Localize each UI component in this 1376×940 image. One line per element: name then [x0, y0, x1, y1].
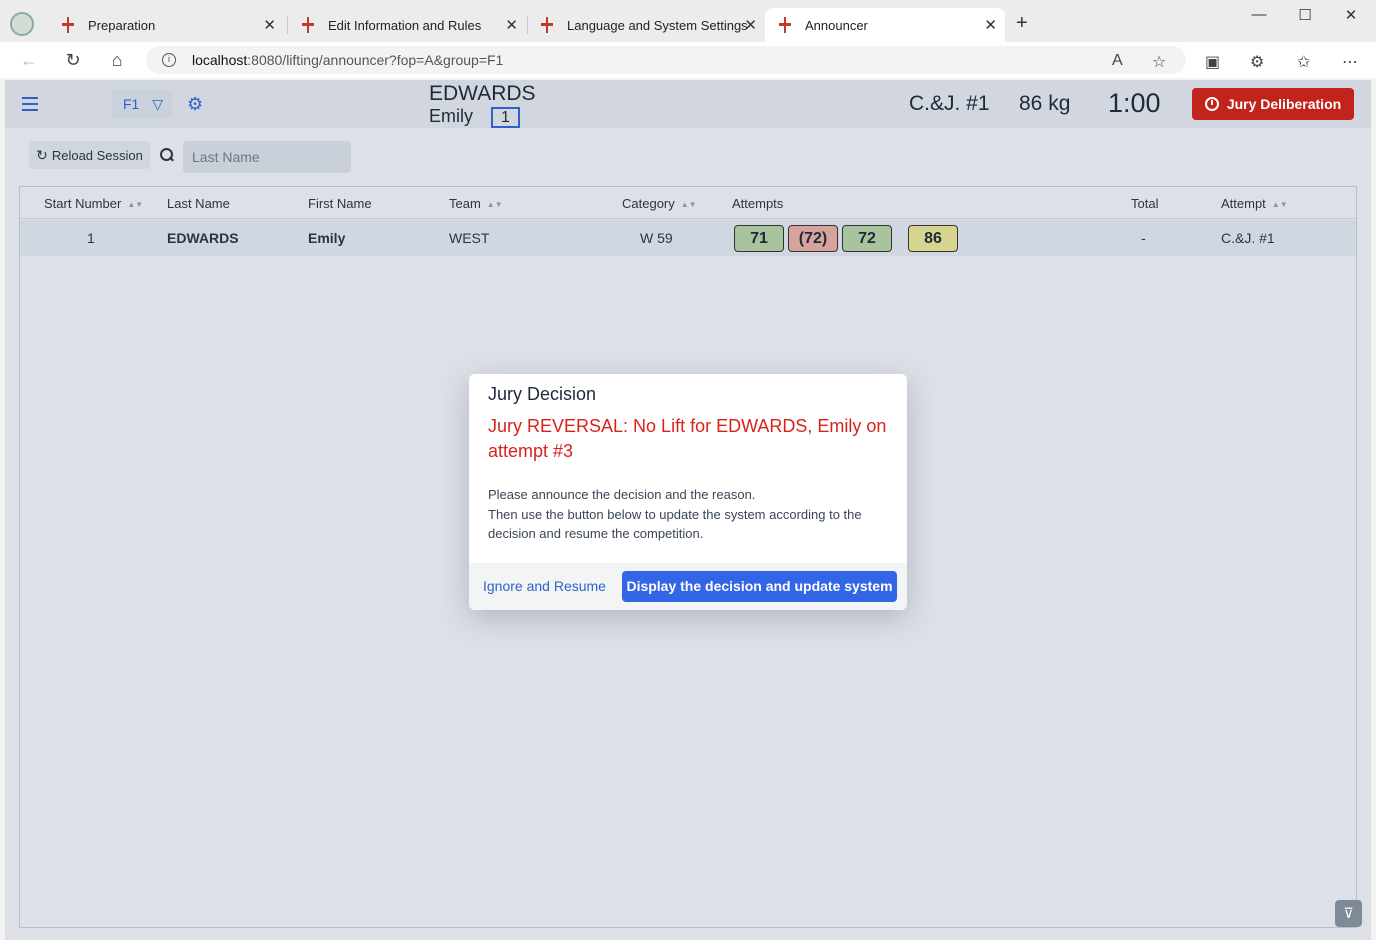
- sort-icon[interactable]: ▲▼: [127, 200, 143, 209]
- reload-icon: ↻: [36, 146, 48, 163]
- extensions-icon[interactable]: ⚙: [1250, 52, 1264, 72]
- new-tab-icon[interactable]: +: [1016, 12, 1028, 35]
- app-favicon-icon: [539, 17, 555, 33]
- attempt-snatch-3: 72: [842, 225, 892, 252]
- scroll-top-icon[interactable]: ⊽: [1335, 900, 1362, 927]
- column-header-attempts: Attempts: [732, 196, 784, 211]
- table-row[interactable]: 1 EDWARDS Emily WEST W 59 71 (72) 72 86 …: [20, 220, 1356, 256]
- last-name-search-input[interactable]: [183, 141, 351, 173]
- refresh-icon[interactable]: ↻: [62, 50, 84, 72]
- dialog-title: Jury Decision: [488, 384, 597, 404]
- sort-icon[interactable]: ▲▼: [1272, 200, 1288, 209]
- current-athlete-first-name: Emily: [429, 106, 473, 126]
- reload-session-label: Reload Session: [51, 147, 143, 163]
- more-options-icon[interactable]: ⋯: [1342, 52, 1358, 72]
- jury-deliberation-button[interactable]: Jury Deliberation: [1192, 88, 1354, 120]
- current-attempt: C.&J. #1: [909, 92, 990, 115]
- tab-label: Announcer: [805, 17, 868, 33]
- url-path: :8080/lifting/announcer?fop=A&group=F1: [247, 52, 504, 68]
- attempt-snatch-2: (72): [788, 225, 838, 252]
- minimize-icon[interactable]: —: [1236, 6, 1282, 28]
- close-icon[interactable]: ✕: [505, 16, 518, 34]
- browser-profile-icon[interactable]: [10, 12, 34, 36]
- column-label: Category: [622, 196, 675, 211]
- app-favicon-icon: [777, 17, 793, 33]
- current-athlete-last-name: EDWARDS: [429, 82, 536, 105]
- column-header-total: Total: [1131, 196, 1159, 211]
- requested-weight: 86 kg: [1019, 92, 1071, 115]
- close-icon[interactable]: ✕: [984, 16, 997, 34]
- cell-start-number: 1: [87, 230, 95, 246]
- app-favicon-icon: [60, 17, 76, 33]
- jury-deliberation-label: Jury Deliberation: [1226, 96, 1342, 112]
- dialog-instruction-line: Please announce the decision and the rea…: [488, 487, 756, 502]
- dialog-instructions: Please announce the decision and the rea…: [488, 485, 888, 544]
- timer-icon: [1204, 97, 1219, 111]
- window-close-icon[interactable]: ✕: [1328, 6, 1374, 28]
- column-header-category[interactable]: Category ▲▼: [622, 196, 697, 211]
- tab-language-settings[interactable]: Language and System Settings ✕: [527, 8, 765, 42]
- app-favicon-icon: [300, 17, 316, 33]
- tab-announcer[interactable]: Announcer ✕: [765, 8, 1005, 42]
- home-icon[interactable]: ⌂: [106, 50, 128, 72]
- group-value: F1: [123, 96, 140, 112]
- back-icon[interactable]: ←: [18, 50, 40, 72]
- attempt-timer[interactable]: 1:00: [1108, 88, 1161, 119]
- favorite-star-icon[interactable]: ☆: [1152, 52, 1166, 72]
- grid-header: Start Number ▲▼ Last Name First Name Team…: [20, 187, 1356, 219]
- close-icon[interactable]: ✕: [744, 16, 757, 34]
- column-header-first-name: First Name: [308, 196, 372, 211]
- dialog-instruction-line: Then use the button below to update the …: [488, 506, 862, 542]
- display-decision-button[interactable]: Display the decision and update system: [622, 571, 897, 602]
- cell-last-name: EDWARDS: [167, 230, 239, 246]
- cell-total: -: [1141, 230, 1146, 246]
- attempt-snatch-1: 71: [734, 225, 784, 252]
- column-header-team[interactable]: Team ▲▼: [449, 196, 503, 211]
- search-icon: [160, 148, 174, 162]
- favorites-icon[interactable]: ✩: [1297, 52, 1310, 72]
- split-screen-icon[interactable]: ▣: [1205, 52, 1220, 72]
- cell-attempt: C.&J. #1: [1221, 230, 1275, 246]
- column-label: Attempt: [1221, 196, 1266, 211]
- cell-first-name: Emily: [308, 230, 346, 246]
- column-header-attempt[interactable]: Attempt ▲▼: [1221, 196, 1288, 211]
- ignore-and-resume-button[interactable]: Ignore and Resume: [475, 571, 614, 601]
- menu-icon[interactable]: [22, 97, 38, 111]
- start-number-badge: 1: [491, 107, 520, 128]
- column-label: Start Number: [44, 196, 122, 211]
- maximize-icon[interactable]: ☐: [1282, 6, 1328, 28]
- column-header-last-name: Last Name: [167, 196, 230, 211]
- jury-decision-dialog: Jury Decision Jury REVERSAL: No Lift for…: [469, 374, 907, 610]
- tab-label: Edit Information and Rules: [328, 17, 482, 33]
- column-label: Team: [449, 196, 481, 211]
- sort-icon[interactable]: ▲▼: [487, 200, 503, 209]
- url-field[interactable]: i localhost:8080/lifting/announcer?fop=A…: [146, 46, 1186, 74]
- tab-label: Language and System Settings: [567, 17, 748, 33]
- browser-tab-bar: Preparation ✕ Edit Information and Rules…: [0, 0, 1376, 42]
- url-host: localhost: [192, 52, 248, 68]
- cell-team: WEST: [449, 230, 490, 246]
- dialog-decision-message: Jury REVERSAL: No Lift for EDWARDS, Emil…: [488, 416, 887, 461]
- column-header-start-number[interactable]: Start Number ▲▼: [44, 196, 143, 211]
- sort-icon[interactable]: ▲▼: [681, 200, 697, 209]
- tab-edit-information[interactable]: Edit Information and Rules ✕: [288, 8, 526, 42]
- tab-label: Preparation: [88, 17, 156, 33]
- group-select[interactable]: F1 ▽: [112, 90, 172, 118]
- app-header: F1 ▽ ⚙ EDWARDS Emily 1 C.&J. #1 86 kg 1:…: [5, 80, 1371, 128]
- address-bar: ← ↻ ⌂ i localhost:8080/lifting/announcer…: [0, 42, 1376, 78]
- read-aloud-icon[interactable]: A: [1112, 52, 1123, 70]
- close-icon[interactable]: ✕: [263, 16, 276, 34]
- dialog-footer: Ignore and Resume Display the decision a…: [469, 563, 907, 610]
- cell-category: W 59: [640, 230, 673, 246]
- attempt-cj-1: 86: [908, 225, 958, 252]
- chevron-down-icon: ▽: [152, 95, 163, 112]
- gear-icon[interactable]: ⚙: [187, 95, 205, 113]
- site-info-icon[interactable]: i: [162, 53, 176, 67]
- tab-preparation[interactable]: Preparation ✕: [48, 8, 284, 42]
- reload-session-button[interactable]: ↻ Reload Session: [29, 141, 150, 169]
